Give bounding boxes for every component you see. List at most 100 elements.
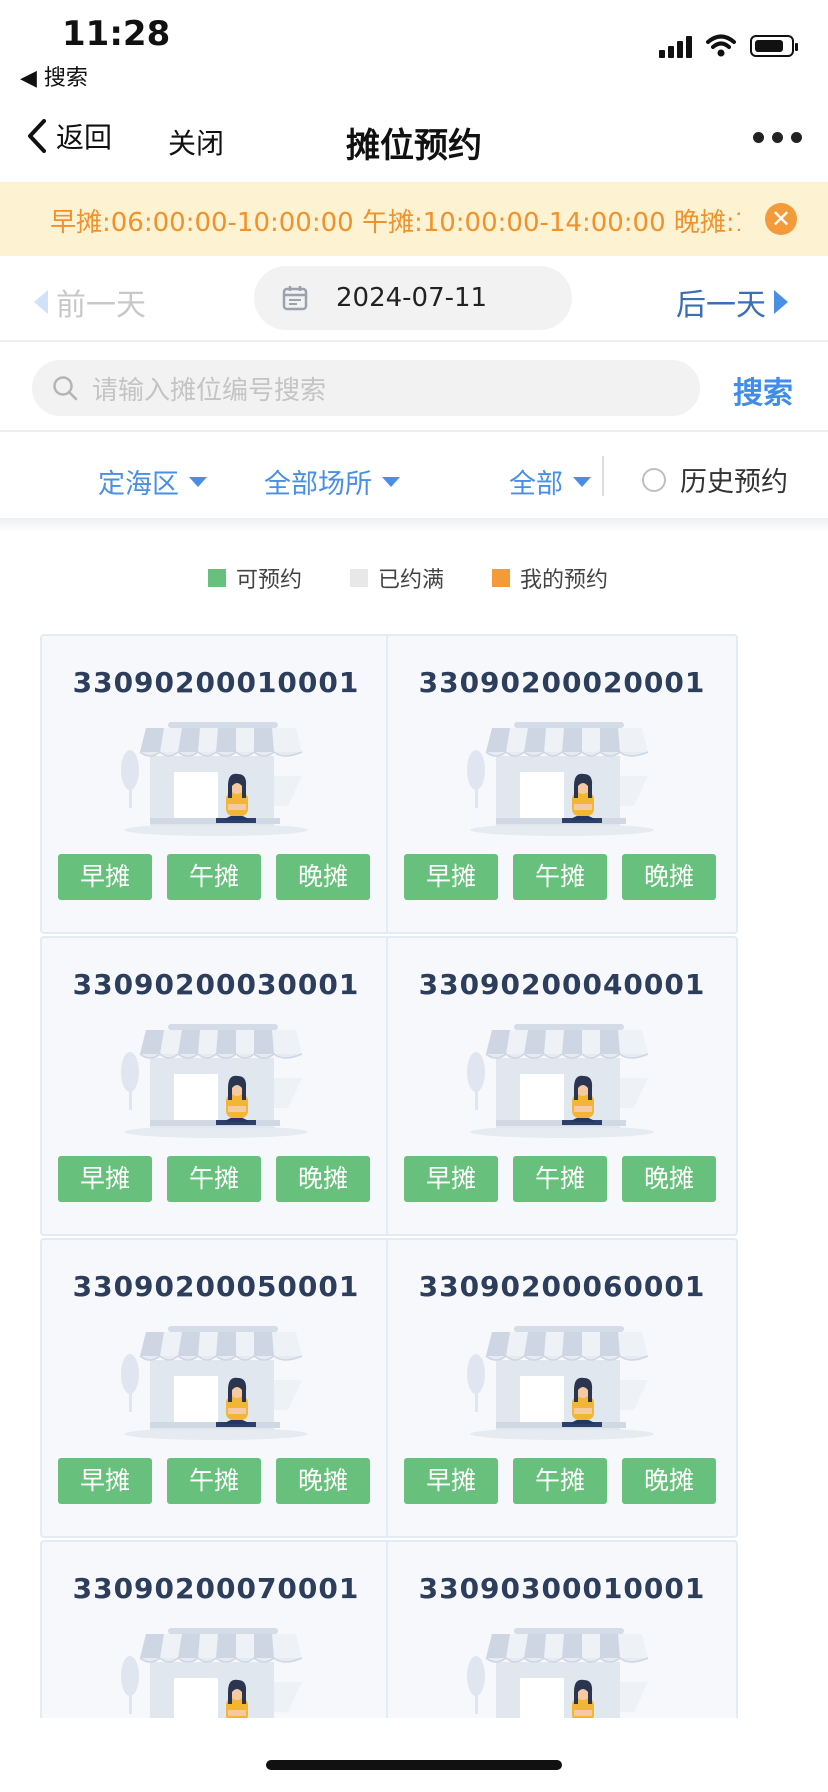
search-button[interactable]: 搜索 <box>733 368 793 412</box>
status-time: 11:28 <box>62 14 171 54</box>
status-filter-label: 全部 <box>509 469 563 500</box>
stall-illustration-icon <box>116 1612 316 1718</box>
caret-left-icon <box>34 290 48 314</box>
venue-filter-label: 全部场所 <box>264 469 372 500</box>
district-filter-label: 定海区 <box>98 469 179 500</box>
slot-buttons: 早摊 午摊 晚摊 <box>58 1458 370 1504</box>
stall-number: 33090200070001 <box>72 1572 360 1605</box>
stall-illustration-icon <box>116 1008 316 1138</box>
wifi-icon <box>706 34 736 57</box>
stall-card[interactable]: 33090200020001 早摊 午摊 晚摊 <box>386 634 738 934</box>
stall-grid: 33090200010001 早摊 午摊 晚摊 33090200020001 早… <box>40 634 788 1718</box>
morning-slot-button[interactable]: 早摊 <box>404 1458 498 1504</box>
stall-illustration-icon <box>462 706 662 836</box>
evening-slot-button[interactable]: 晚摊 <box>276 854 370 900</box>
slot-buttons: 早摊 午摊 晚摊 <box>404 1458 716 1504</box>
evening-slot-button[interactable]: 晚摊 <box>276 1156 370 1202</box>
evening-slot-button[interactable]: 晚摊 <box>276 1458 370 1504</box>
notice-close-icon[interactable]: ✕ <box>765 203 797 235</box>
noon-slot-button[interactable]: 午摊 <box>513 1156 607 1202</box>
stall-illustration-icon <box>116 1310 316 1440</box>
stall-number: 33090200020001 <box>418 666 706 699</box>
legend-label: 可预约 <box>236 568 303 593</box>
slot-buttons: 早摊 午摊 晚摊 <box>58 1156 370 1202</box>
morning-slot-button[interactable]: 早摊 <box>58 1156 152 1202</box>
status-filter[interactable]: 全部 <box>509 462 591 501</box>
legend-label: 我的预约 <box>520 568 609 593</box>
status-icons <box>659 34 798 58</box>
legend-swatch <box>208 569 226 587</box>
morning-slot-button[interactable]: 早摊 <box>58 854 152 900</box>
noon-slot-button[interactable]: 午摊 <box>167 1458 261 1504</box>
stall-illustration-icon <box>462 1008 662 1138</box>
filter-divider <box>602 456 604 496</box>
slot-buttons: 早摊 午摊 晚摊 <box>404 1156 716 1202</box>
noon-slot-button[interactable]: 午摊 <box>513 1458 607 1504</box>
calendar-icon <box>282 286 308 311</box>
slot-buttons: 早摊 午摊 晚摊 <box>58 854 370 900</box>
caret-down-icon <box>573 476 591 487</box>
evening-slot-button[interactable]: 晚摊 <box>622 1458 716 1504</box>
noon-slot-button[interactable]: 午摊 <box>167 1156 261 1202</box>
stall-number: 33090200040001 <box>418 968 706 1001</box>
prev-day-label: 前一天 <box>56 288 146 323</box>
status-back-to-search[interactable]: ◀ 搜索 <box>20 60 88 92</box>
date-picker[interactable]: 2024-07-11 <box>254 266 572 330</box>
noon-slot-button[interactable]: 午摊 <box>513 854 607 900</box>
home-indicator <box>266 1760 562 1770</box>
stall-illustration-icon <box>462 1310 662 1440</box>
close-button[interactable]: 关闭 <box>168 122 224 162</box>
caret-right-icon <box>774 290 788 314</box>
back-button[interactable]: 返回 <box>26 116 112 156</box>
more-menu-button[interactable] <box>753 132 802 143</box>
history-radio[interactable] <box>642 467 666 492</box>
more-dots-icon <box>753 132 764 143</box>
stall-card[interactable]: 33090200040001 早摊 午摊 晚摊 <box>386 936 738 1236</box>
next-day-label: 后一天 <box>676 288 766 323</box>
stall-illustration-icon <box>462 1612 662 1718</box>
caret-down-icon <box>189 476 207 487</box>
history-toggle[interactable]: 历史预约 <box>642 460 788 499</box>
legend-label: 已约满 <box>378 568 445 593</box>
morning-slot-button[interactable]: 早摊 <box>404 1156 498 1202</box>
stall-card[interactable]: 33090300010001 早摊午摊晚摊 <box>386 1540 738 1718</box>
divider <box>0 430 828 432</box>
stall-card[interactable]: 33090200050001 早摊 午摊 晚摊 <box>40 1238 392 1538</box>
selected-date: 2024-07-11 <box>336 283 488 313</box>
history-label: 历史预约 <box>680 467 788 498</box>
legend-swatch <box>492 569 510 587</box>
venue-filter[interactable]: 全部场所 <box>264 462 400 501</box>
stall-number: 33090200030001 <box>72 968 360 1001</box>
notice-text: 早摊:06:00:00-10:00:00 午摊:10:00:00-14:00:0… <box>50 208 740 238</box>
stall-card[interactable]: 33090200030001 早摊 午摊 晚摊 <box>40 936 392 1236</box>
divider <box>0 340 828 342</box>
morning-slot-button[interactable]: 早摊 <box>58 1458 152 1504</box>
stall-number: 33090200010001 <box>72 666 360 699</box>
search-placeholder: 请输入摊位编号搜索 <box>92 375 327 406</box>
back-label: 返回 <box>56 121 113 154</box>
legend-mine: 我的预约 <box>492 562 608 594</box>
page-title: 摊位预约 <box>346 126 482 166</box>
stall-card[interactable]: 33090200060001 早摊 午摊 晚摊 <box>386 1238 738 1538</box>
prev-day-button[interactable]: 前一天 <box>34 280 146 324</box>
slot-buttons: 早摊 午摊 晚摊 <box>404 854 716 900</box>
stall-card[interactable]: 33090200070001 早摊午摊晚摊 <box>40 1540 392 1718</box>
legend-full: 已约满 <box>350 562 444 594</box>
noon-slot-button[interactable]: 午摊 <box>167 854 261 900</box>
filter-shadow <box>0 518 828 532</box>
stall-number: 33090300010001 <box>418 1572 706 1605</box>
search-input[interactable]: 请输入摊位编号搜索 <box>32 360 700 416</box>
stall-number: 33090200060001 <box>418 1270 706 1303</box>
caret-down-icon <box>382 476 400 487</box>
evening-slot-button[interactable]: 晚摊 <box>622 1156 716 1202</box>
battery-icon <box>750 35 798 57</box>
district-filter[interactable]: 定海区 <box>98 462 207 501</box>
legend-available: 可预约 <box>208 562 302 594</box>
next-day-button[interactable]: 后一天 <box>676 280 788 324</box>
stall-card[interactable]: 33090200010001 早摊 午摊 晚摊 <box>40 634 392 934</box>
cellular-signal-icon <box>659 34 692 58</box>
chevron-left-icon <box>28 119 46 153</box>
morning-slot-button[interactable]: 早摊 <box>404 854 498 900</box>
search-icon <box>53 376 78 401</box>
evening-slot-button[interactable]: 晚摊 <box>622 854 716 900</box>
